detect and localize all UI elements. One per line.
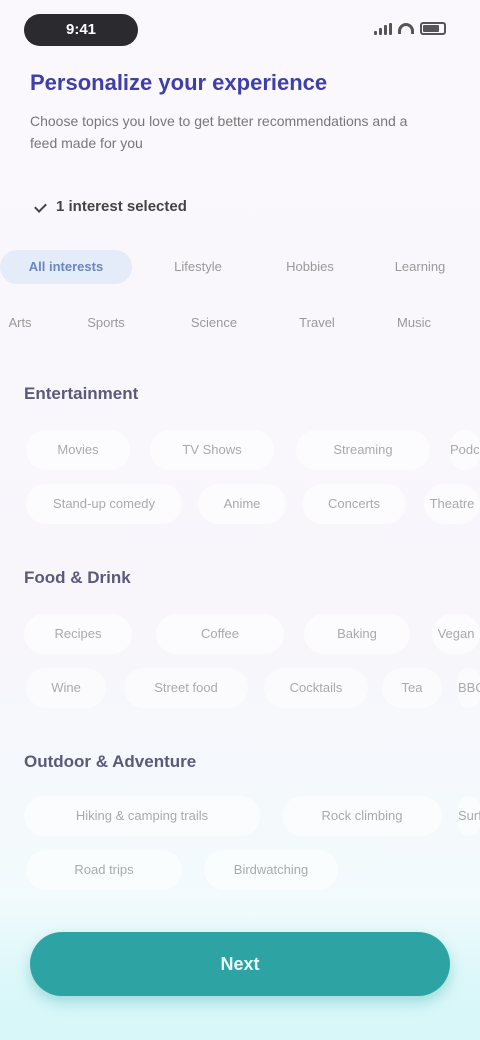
chip-row: Stand-up comedy Anime Concerts Theatre [0, 482, 480, 526]
tab-arts[interactable]: Arts [0, 306, 40, 340]
tab-travel[interactable]: Travel [272, 306, 362, 340]
interest-chip[interactable]: Tea [382, 668, 442, 708]
interest-chip[interactable]: Cocktails [264, 668, 368, 708]
interest-chip[interactable]: Coffee [156, 614, 284, 654]
interest-chip[interactable]: Anime [198, 484, 286, 524]
interest-chip[interactable]: Vegan [432, 614, 480, 654]
selected-summary: 1 interest selected [34, 198, 187, 215]
chip-row: Hiking & camping trails Rock climbing Su… [0, 794, 480, 838]
interest-chip[interactable]: Movies [26, 430, 130, 470]
interest-chip[interactable]: Stand-up comedy [26, 484, 182, 524]
interest-chip[interactable]: Theatre [424, 484, 480, 524]
tab-lifestyle[interactable]: Lifestyle [150, 250, 246, 284]
page-title: Personalize your experience [30, 70, 328, 95]
tab-sports[interactable]: Sports [58, 306, 154, 340]
status-time: 9:41 [24, 14, 138, 46]
category-tabs-row-1: All interests Lifestyle Hobbies Learning [0, 246, 480, 286]
interest-chip[interactable]: Concerts [302, 484, 406, 524]
selected-count-text: 1 interest selected [56, 198, 187, 215]
interest-chip[interactable]: Street food [124, 668, 248, 708]
tab-all-interests[interactable]: All interests [0, 250, 132, 284]
status-bar: 9:41 [0, 0, 480, 60]
chip-row: Wine Street food Cocktails Tea BBQ [0, 666, 480, 710]
status-icons [374, 22, 446, 35]
interest-chip[interactable]: BBQ [458, 668, 480, 708]
tab-learning[interactable]: Learning [372, 250, 468, 284]
interest-chip[interactable]: Rock climbing [282, 796, 442, 836]
battery-icon [420, 22, 446, 35]
tab-hobbies[interactable]: Hobbies [262, 250, 358, 284]
tab-science[interactable]: Science [166, 306, 262, 340]
check-icon [34, 200, 48, 214]
interest-chip[interactable]: Streaming [296, 430, 430, 470]
wifi-icon [398, 23, 414, 34]
section-title-outdoor-adventure: Outdoor & Adventure [24, 752, 197, 771]
interest-chip[interactable]: TV Shows [150, 430, 274, 470]
chip-row: Movies TV Shows Streaming Podcasts [0, 428, 480, 472]
interest-chip[interactable]: Wine [26, 668, 106, 708]
interest-chip[interactable]: Surfing [458, 796, 480, 836]
signal-icon [374, 22, 392, 35]
tab-music[interactable]: Music [372, 306, 456, 340]
next-button[interactable]: Next [30, 932, 450, 996]
interest-chip[interactable]: Recipes [24, 614, 132, 654]
interest-chip[interactable]: Podcasts [450, 430, 480, 470]
chip-row: Recipes Coffee Baking Vegan [0, 612, 480, 656]
interest-chip[interactable]: Road trips [26, 850, 182, 890]
interest-chip[interactable]: Baking [304, 614, 410, 654]
category-tabs-row-2: Arts Sports Science Travel Music [0, 302, 480, 342]
interest-chip[interactable]: Birdwatching [204, 850, 338, 890]
chip-row: Road trips Birdwatching [0, 848, 480, 892]
interest-chip[interactable]: Hiking & camping trails [24, 796, 260, 836]
section-title-food-drink: Food & Drink [24, 568, 131, 587]
section-title-entertainment: Entertainment [24, 384, 139, 403]
page-subtitle: Choose topics you love to get better rec… [30, 113, 408, 151]
header: Personalize your experience Choose topic… [30, 66, 430, 154]
